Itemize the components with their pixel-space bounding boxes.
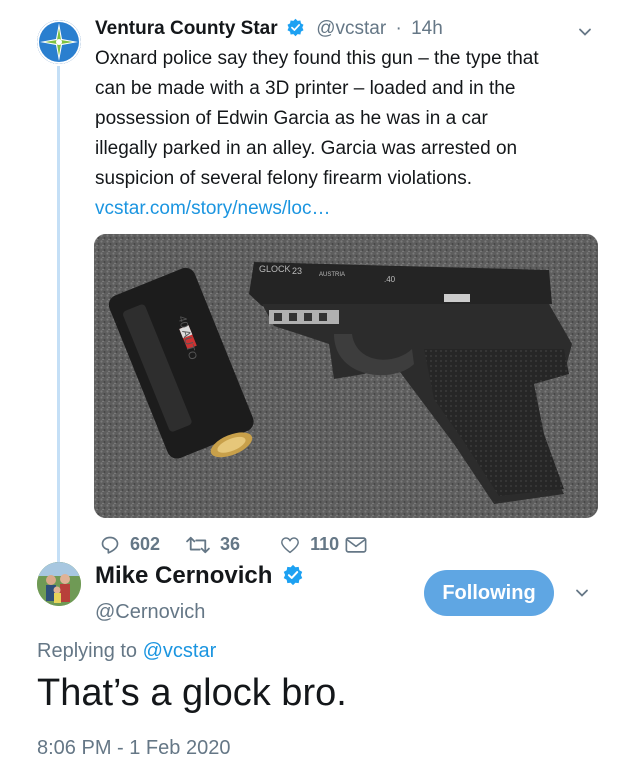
compass-star-logo-icon (37, 20, 81, 64)
retweet-icon (186, 536, 210, 553)
retweet-count: 36 (220, 534, 241, 554)
author-avatar[interactable] (37, 20, 81, 64)
reply-author-handle[interactable]: @Cernovich (95, 601, 205, 624)
gun-caliber-label: .40 (384, 275, 396, 284)
reply-menu-chevron-down-icon[interactable] (575, 586, 589, 600)
heart-icon (281, 536, 299, 553)
tweet-text-line: suspicion of several felony firearm viol… (95, 168, 473, 189)
message-action[interactable] (345, 536, 377, 554)
replying-to: Replying to @vcstar (37, 640, 216, 663)
reply-timestamp[interactable]: 8:06 PM - 1 Feb 2020 (37, 737, 230, 760)
reply-author-name[interactable]: Mike Cernovich (95, 562, 272, 589)
author-name[interactable]: Ventura County Star (95, 18, 278, 39)
gun-photo-icon: 40 AUTO GLOCK 23 AUSTRIA .40 (94, 234, 598, 518)
verified-badge-icon (283, 564, 303, 586)
reply-header: Mike Cernovich (95, 562, 304, 590)
tweet-text: Oxnard police say they found this gun – … (95, 44, 605, 224)
reply-action[interactable]: 602 (100, 534, 160, 555)
reply-icon (101, 536, 119, 554)
gun-brand-label: GLOCK (259, 264, 291, 274)
replying-to-mention[interactable]: @vcstar (143, 640, 217, 662)
tweet-header: Ventura County Star @vcstar · 14h (95, 18, 443, 40)
tweet-text-line: illegally parked in an alley. Garcia was… (95, 138, 518, 159)
following-button[interactable]: Following (424, 570, 554, 616)
reply-author-avatar[interactable] (37, 562, 81, 606)
tweet-media-image[interactable]: 40 AUTO GLOCK 23 AUSTRIA .40 (94, 234, 598, 518)
tweet-text-line: can be made with a 3D printer – loaded a… (95, 78, 516, 99)
family-photo-icon (37, 562, 81, 606)
gun-origin-label: AUSTRIA (319, 272, 345, 278)
author-handle[interactable]: @vcstar (316, 18, 386, 39)
replying-to-label: Replying to (37, 640, 138, 662)
tweet-text-line: Oxnard police say they found this gun – … (95, 48, 539, 69)
reply-count: 602 (130, 534, 161, 554)
gun-model-label: 23 (292, 266, 302, 276)
like-action[interactable]: 110 (280, 534, 339, 555)
tweet-menu-chevron-down-icon[interactable] (578, 25, 592, 39)
time-separator: · (395, 18, 402, 39)
verified-badge-icon (287, 18, 304, 37)
tweet-link[interactable]: vcstar.com/story/news/loc… (95, 194, 605, 224)
thread-line (57, 66, 60, 562)
envelope-icon (345, 536, 367, 553)
like-count: 110 (310, 534, 340, 554)
retweet-action[interactable]: 36 (186, 534, 240, 555)
tweet-time[interactable]: 14h (411, 18, 443, 39)
tweet-text-line: possession of Edwin Garcia as he was in … (95, 108, 488, 129)
reply-text: That’s a glock bro. (37, 672, 347, 714)
tweet-actions: 602 36 110 (100, 534, 403, 555)
